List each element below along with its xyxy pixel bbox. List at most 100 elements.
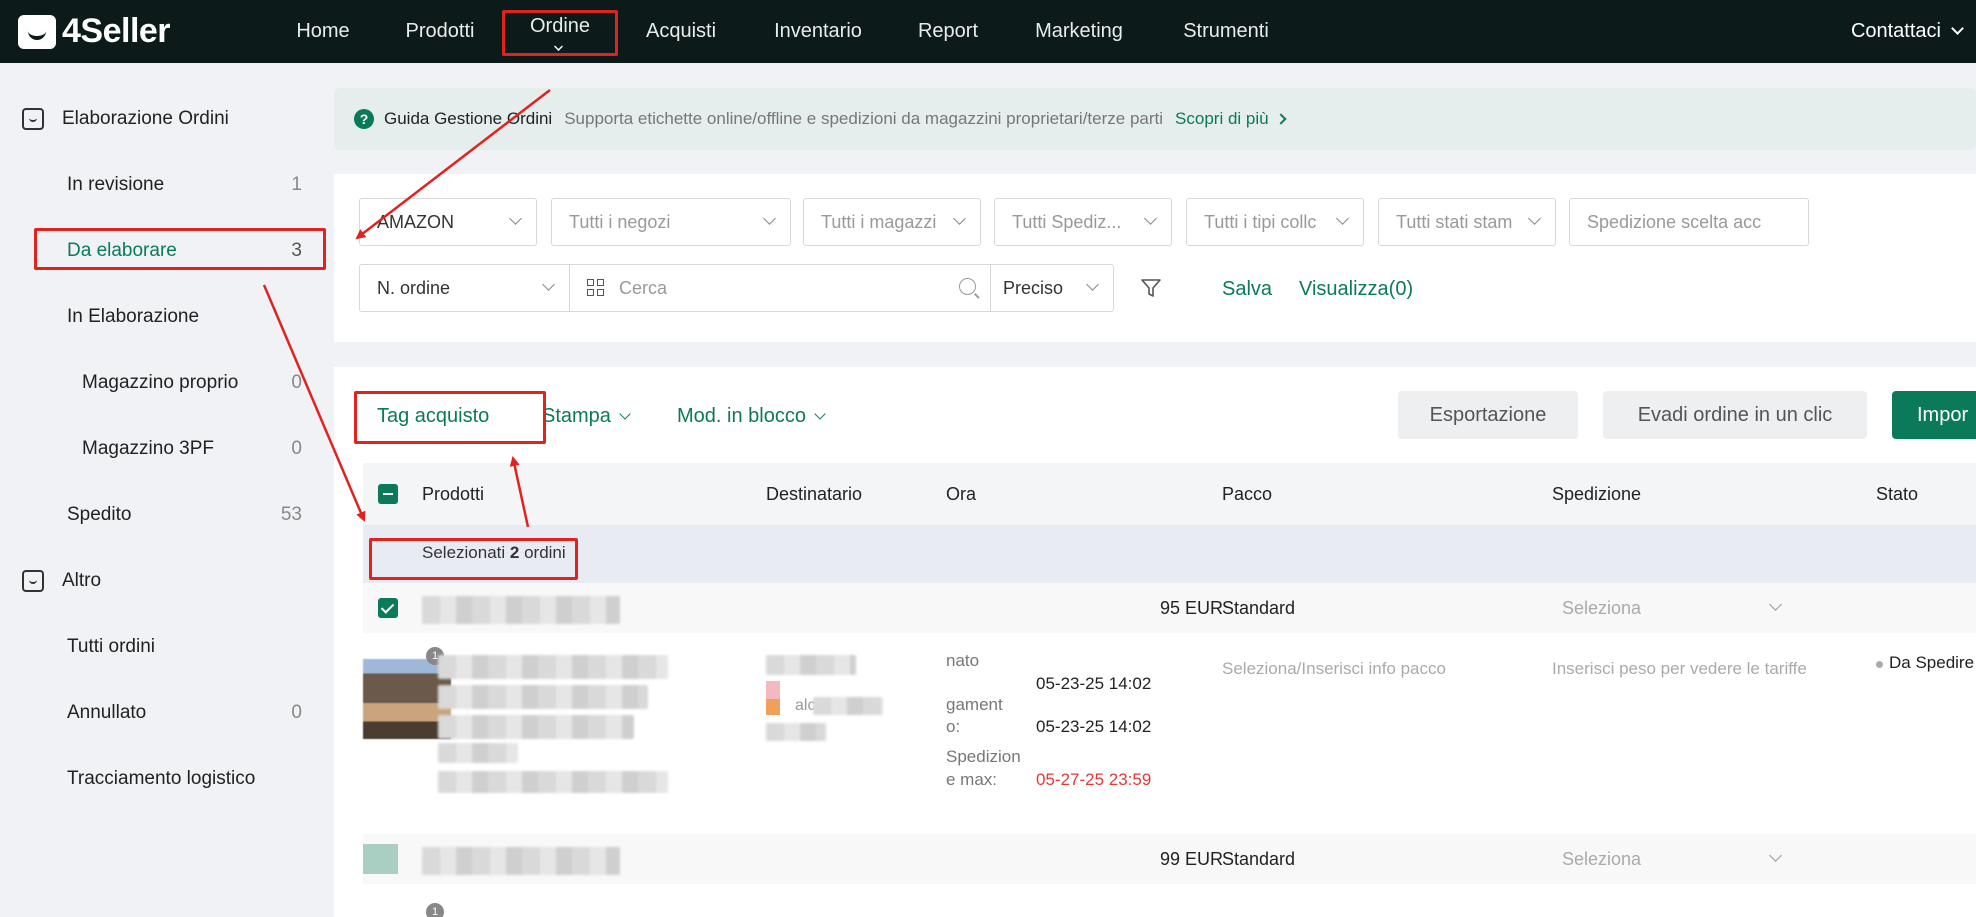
column-header-stato[interactable]: Stato xyxy=(1876,463,1918,525)
fulfill-one-click-button[interactable]: Evadi ordine in un clic xyxy=(1603,391,1867,439)
sidebar-item-label: In Elaborazione xyxy=(67,306,200,327)
shipping-select[interactable]: Seleziona xyxy=(1562,598,1641,619)
package-info-input[interactable]: Seleziona/Inserisci info pacco xyxy=(1222,659,1446,679)
search-icon[interactable] xyxy=(959,278,976,295)
chevron-right-icon xyxy=(1274,113,1287,125)
product-thumbnail[interactable] xyxy=(363,844,398,874)
platform-select[interactable]: AMAZON xyxy=(359,198,537,246)
sidebar-item-count: 0 xyxy=(291,372,302,393)
shipping-choice-select[interactable]: Spedizione scelta acc xyxy=(1569,198,1809,246)
sidebar-item-magazzino-3pf[interactable]: Magazzino 3PF 0 xyxy=(82,438,302,460)
column-header-ora[interactable]: Ora xyxy=(946,463,976,525)
shipping-select[interactable]: Tutti Spediz... xyxy=(994,198,1172,246)
bulk-edit-label: Mod. in blocco xyxy=(677,405,806,427)
bulk-edit-menu[interactable]: Mod. in blocco xyxy=(677,405,826,428)
sidebar-item-label: In revisione xyxy=(67,174,165,195)
order-number-redacted xyxy=(422,596,620,624)
learn-more-link[interactable]: Scopri di più xyxy=(1175,109,1269,129)
select-all-checkbox[interactable] xyxy=(378,484,398,504)
flag-icon xyxy=(766,681,780,699)
sidebar-section-altro[interactable]: Altro xyxy=(22,570,101,592)
nav-prodotti[interactable]: Prodotti xyxy=(399,0,481,63)
chevron-down-icon xyxy=(763,212,776,225)
chevron-down-icon xyxy=(542,278,555,291)
package-type: Standard xyxy=(1222,598,1296,618)
export-button[interactable]: Esportazione xyxy=(1398,391,1578,439)
nav-home[interactable]: Home xyxy=(293,0,353,63)
nav-acquisti[interactable]: Acquisti xyxy=(640,0,722,63)
print-menu-label: Stampa xyxy=(542,405,611,427)
scan-icon[interactable] xyxy=(587,279,605,297)
print-status-select[interactable]: Tutti stati stam xyxy=(1378,198,1556,246)
nav-report[interactable]: Report xyxy=(913,0,983,63)
column-header-spedizione[interactable]: Spedizione xyxy=(1552,463,1641,525)
sidebar-item-label: Spedito xyxy=(67,504,132,525)
nav-marketing[interactable]: Marketing xyxy=(1029,0,1129,63)
annotation-box-ordine xyxy=(502,10,618,56)
search-field-select[interactable]: N. ordine xyxy=(359,264,570,312)
product-sku-redacted xyxy=(438,743,518,763)
package-type-value: Tutti i tipi collc xyxy=(1204,211,1317,232)
annotation-box-tag-acquisto xyxy=(354,391,546,444)
search-placeholder: Cerca xyxy=(619,277,668,298)
sidebar-section-elaborazione[interactable]: Elaborazione Ordini xyxy=(22,108,229,130)
chevron-down-icon xyxy=(1528,212,1541,225)
guide-banner: ? Guida Gestione Ordini Supporta etichet… xyxy=(334,88,1976,150)
sidebar-item-label: Tracciamento logistico xyxy=(67,768,256,789)
filter-funnel-icon[interactable] xyxy=(1139,276,1163,300)
recipient-name-redacted xyxy=(766,655,856,675)
sidebar: Elaborazione Ordini In revisione 1 Da el… xyxy=(0,63,332,917)
chevron-down-icon xyxy=(814,408,826,420)
match-mode-value: Preciso xyxy=(1003,277,1064,298)
sidebar-item-in-revisione[interactable]: In revisione 1 xyxy=(67,174,302,196)
store-value: Tutti i negozi xyxy=(569,211,671,232)
banner-description: Supporta etichette online/offline e sped… xyxy=(564,109,1164,128)
status-dot-icon xyxy=(1876,661,1883,668)
store-select[interactable]: Tutti i negozi xyxy=(551,198,791,246)
table-header: Prodotti Destinatario Ora Pacco Spedizio… xyxy=(363,463,1976,525)
ordered-label: nato xyxy=(946,651,980,670)
row-checkbox[interactable] xyxy=(378,598,398,618)
sidebar-item-in-elaborazione[interactable]: In Elaborazione xyxy=(67,306,302,328)
table-row[interactable]: 95 EUR Standard Seleziona xyxy=(363,583,1976,633)
nav-inventario[interactable]: Inventario xyxy=(768,0,868,63)
nav-strumenti[interactable]: Strumenti xyxy=(1176,0,1276,63)
view-saved-link[interactable]: Visualizza(0) xyxy=(1299,278,1413,301)
import-button[interactable]: Impor xyxy=(1892,391,1976,439)
banner-title: Guida Gestione Ordini xyxy=(384,109,553,128)
warehouse-value: Tutti i magazzi xyxy=(821,211,937,232)
chevron-down-icon xyxy=(1086,278,1099,291)
filter-panel: AMAZON Tutti i negozi Tutti i magazzi Tu… xyxy=(334,174,1976,342)
sidebar-item-spedito[interactable]: Spedito 53 xyxy=(67,504,302,526)
match-mode-select[interactable]: Preciso xyxy=(990,264,1114,312)
sidebar-item-tracciamento[interactable]: Tracciamento logistico xyxy=(67,768,302,790)
sidebar-item-annullato[interactable]: Annullato 0 xyxy=(67,702,302,724)
sidebar-item-tutti-ordini[interactable]: Tutti ordini xyxy=(67,636,302,658)
search-input[interactable]: Cerca xyxy=(569,264,991,312)
column-header-destinatario[interactable]: Destinatario xyxy=(766,463,862,525)
annotation-box-selected xyxy=(369,538,578,580)
shipping-rates-hint: Inserisci peso per vedere le tariffe xyxy=(1552,659,1807,678)
warehouse-select[interactable]: Tutti i magazzi xyxy=(803,198,981,246)
sidebar-item-magazzino-proprio[interactable]: Magazzino proprio 0 xyxy=(82,372,302,394)
chevron-down-icon xyxy=(619,408,631,420)
orders-panel: Tag acquisto Stampa Mod. in blocco Espor… xyxy=(334,367,1976,917)
chevron-down-icon xyxy=(1951,22,1964,35)
chevron-down-icon xyxy=(1769,849,1782,862)
shipping-choice-value: Spedizione scelta acc xyxy=(1587,211,1762,232)
recipient-region-redacted xyxy=(766,723,826,741)
save-link[interactable]: Salva xyxy=(1222,278,1272,301)
column-header-pacco[interactable]: Pacco xyxy=(1222,463,1272,525)
contact-menu[interactable]: Contattaci xyxy=(1851,0,1964,63)
table-row[interactable]: 99 EUR Standard Seleziona xyxy=(363,834,1976,884)
shipping-value: Tutti Spediz... xyxy=(1012,211,1122,232)
sidebar-item-count: 0 xyxy=(291,702,302,723)
package-type-select[interactable]: Tutti i tipi collc xyxy=(1186,198,1364,246)
chevron-down-icon xyxy=(953,212,966,225)
print-menu[interactable]: Stampa xyxy=(542,405,631,428)
logo[interactable]: 4Seller xyxy=(18,12,278,51)
logo-text: 4Seller xyxy=(62,12,171,50)
shipping-select[interactable]: Seleziona xyxy=(1562,849,1641,870)
column-header-prodotti[interactable]: Prodotti xyxy=(422,463,484,525)
sidebar-item-count: 53 xyxy=(280,504,302,525)
